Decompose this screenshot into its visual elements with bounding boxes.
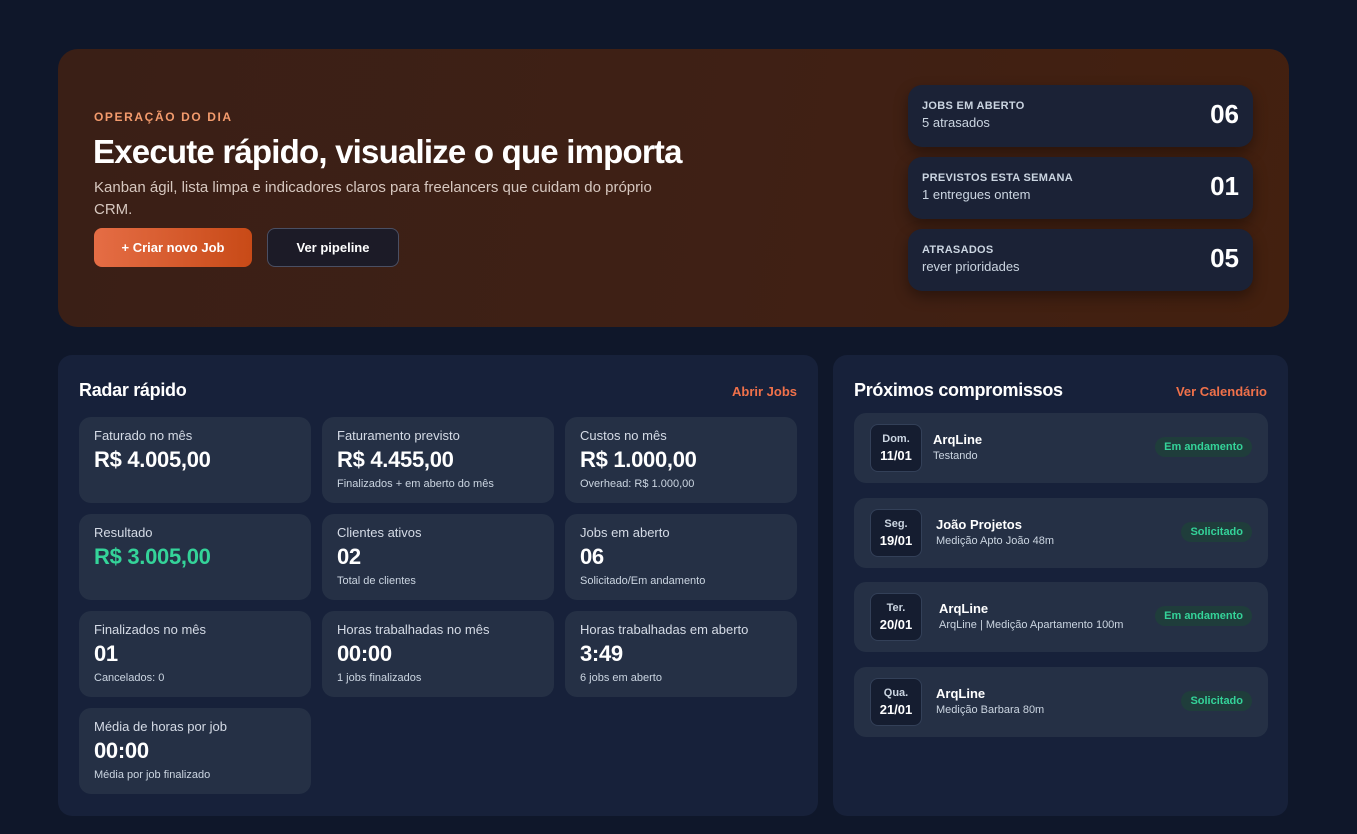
- stat-card-open-jobs: JOBS EM ABERTO 5 atrasados 06: [908, 85, 1253, 147]
- metric-sub: Cancelados: 0: [94, 672, 165, 684]
- metric-sub: Overhead: R$ 1.000,00: [580, 478, 695, 490]
- metric-value: 00:00: [94, 738, 149, 763]
- agenda-title: Próximos compromissos: [854, 380, 1063, 400]
- metric-value: 06: [580, 544, 604, 569]
- stat-value: 06: [1210, 99, 1239, 129]
- metric-sub: Finalizados + em aberto do mês: [337, 478, 494, 490]
- agenda-panel: Próximos compromissos Ver Calendário Dom…: [833, 355, 1288, 816]
- metric-sub: 6 jobs em aberto: [580, 672, 662, 684]
- metric-label: Clientes ativos: [337, 525, 422, 540]
- metric-sub: 1 jobs finalizados: [337, 672, 422, 684]
- stat-card-late: ATRASADOS rever prioridades 05: [908, 229, 1253, 291]
- metric-label: Finalizados no mês: [94, 622, 206, 637]
- appointment-client: João Projetos: [936, 517, 1022, 532]
- appointment-client: ArqLine: [933, 432, 983, 447]
- appointment-item[interactable]: Dom. 11/01 ArqLine Testando Em andamento: [854, 413, 1268, 483]
- metric-label: Custos no mês: [580, 428, 667, 443]
- appointment-item[interactable]: Ter. 20/01 ArqLine ArqLine | Medição Apa…: [854, 582, 1268, 652]
- metric-card-costs-month: Custos no mês R$ 1.000,00 Overhead: R$ 1…: [565, 417, 797, 503]
- appointment-client: ArqLine: [936, 686, 986, 701]
- appointment-client: ArqLine: [939, 601, 989, 616]
- metric-label: Média de horas por job: [94, 719, 227, 734]
- metric-value: 00:00: [337, 641, 392, 666]
- day-month: 20/01: [879, 617, 913, 632]
- metric-card-forecast-billing: Faturamento previsto R$ 4.455,00 Finaliz…: [322, 417, 554, 503]
- weekday: Dom.: [882, 433, 910, 445]
- stat-label: JOBS EM ABERTO: [922, 100, 1025, 112]
- radar-title: Radar rápido: [79, 380, 187, 400]
- metric-label: Resultado: [94, 525, 153, 540]
- metric-value: 3:49: [580, 641, 623, 666]
- open-jobs-link[interactable]: Abrir Jobs: [732, 384, 797, 399]
- stat-label: PREVISTOS ESTA SEMANA: [922, 172, 1073, 184]
- appointment-item[interactable]: Qua. 21/01 ArqLine Medição Barbara 80m S…: [854, 667, 1268, 737]
- view-calendar-link[interactable]: Ver Calendário: [1176, 384, 1267, 399]
- metric-label: Jobs em aberto: [580, 525, 670, 540]
- metric-card-hours-month: Horas trabalhadas no mês 00:00 1 jobs fi…: [322, 611, 554, 697]
- stat-card-planned-week: PREVISTOS ESTA SEMANA 1 entregues ontem …: [908, 157, 1253, 219]
- radar-panel: Radar rápido Abrir Jobs Faturado no mês …: [58, 355, 818, 816]
- metric-label: Faturamento previsto: [337, 428, 460, 443]
- metric-card-billed-month: Faturado no mês R$ 4.005,00: [79, 417, 311, 503]
- stat-sub: 1 entregues ontem: [922, 187, 1031, 202]
- metric-label: Faturado no mês: [94, 428, 193, 443]
- metric-value: R$ 4.455,00: [337, 447, 454, 472]
- stat-sub: 5 atrasados: [922, 115, 990, 130]
- metric-sub: Solicitado/Em andamento: [580, 575, 706, 587]
- hero-eyebrow: OPERAÇÃO DO DIA: [94, 110, 233, 124]
- appointment-description: Medição Barbara 80m: [936, 704, 1045, 716]
- stat-label: ATRASADOS: [922, 244, 994, 256]
- metric-value: 01: [94, 641, 118, 666]
- appointment-description: ArqLine | Medição Apartamento 100m: [939, 619, 1124, 631]
- metric-card-finished-month: Finalizados no mês 01 Cancelados: 0: [79, 611, 311, 697]
- stat-sub: rever prioridades: [922, 259, 1020, 274]
- metric-card-avg-hours-job: Média de horas por job 00:00 Média por j…: [79, 708, 311, 794]
- status-badge: Solicitado: [1181, 522, 1252, 542]
- appointment-description: Testando: [933, 450, 978, 462]
- metric-value: R$ 1.000,00: [580, 447, 697, 472]
- day-month: 21/01: [879, 702, 913, 717]
- status-badge: Em andamento: [1155, 437, 1252, 457]
- metric-card-hours-open: Horas trabalhadas em aberto 3:49 6 jobs …: [565, 611, 797, 697]
- stat-value: 01: [1210, 171, 1239, 201]
- hero-description: Kanban ágil, lista limpa e indicadores c…: [94, 179, 652, 218]
- date-chip: Ter. 20/01: [870, 593, 922, 641]
- metric-card-active-clients: Clientes ativos 02 Total de clientes: [322, 514, 554, 600]
- status-badge: Em andamento: [1155, 606, 1252, 626]
- metric-label: Horas trabalhadas em aberto: [580, 622, 749, 637]
- date-chip: Qua. 21/01: [870, 678, 922, 726]
- view-pipeline-button[interactable]: Ver pipeline: [267, 228, 399, 267]
- metric-value: R$ 4.005,00: [94, 447, 211, 472]
- weekday: Qua.: [883, 687, 909, 699]
- metric-sub: Média por job finalizado: [94, 769, 211, 781]
- appointment-item[interactable]: Seg. 19/01 João Projetos Medição Apto Jo…: [854, 498, 1268, 568]
- appointment-description: Medição Apto João 48m: [936, 535, 1055, 547]
- date-chip: Seg. 19/01: [870, 509, 922, 557]
- metric-value: R$ 3.005,00: [94, 544, 211, 569]
- date-chip: Dom. 11/01: [870, 424, 922, 472]
- metric-label: Horas trabalhadas no mês: [337, 622, 490, 637]
- hero-title: Execute rápido, visualize o que importa: [93, 133, 682, 170]
- weekday: Ter.: [886, 602, 906, 614]
- stat-value: 05: [1210, 243, 1239, 273]
- weekday: Seg.: [884, 518, 908, 530]
- metric-card-open-jobs: Jobs em aberto 06 Solicitado/Em andament…: [565, 514, 797, 600]
- metric-sub: Total de clientes: [337, 575, 416, 587]
- metric-value: 02: [337, 544, 361, 569]
- day-month: 11/01: [880, 448, 912, 463]
- hero-banner: OPERAÇÃO DO DIA Execute rápido, visualiz…: [58, 49, 1289, 327]
- day-month: 19/01: [879, 533, 913, 548]
- metric-card-result: Resultado R$ 3.005,00: [79, 514, 311, 600]
- create-job-button[interactable]: + Criar novo Job: [94, 228, 252, 267]
- status-badge: Solicitado: [1181, 691, 1252, 711]
